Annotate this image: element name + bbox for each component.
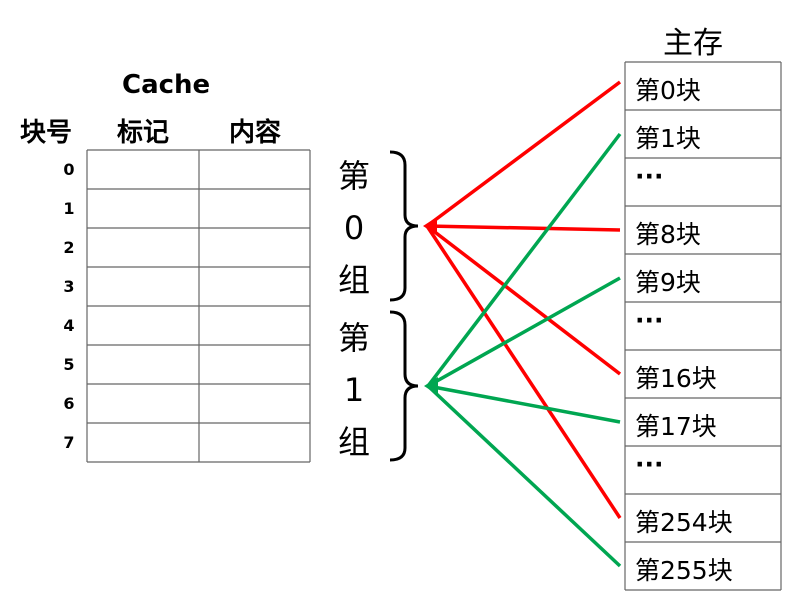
mapping-arrow	[426, 224, 621, 232]
memory-block: 第17块	[635, 412, 717, 441]
memory-block: ···	[635, 306, 664, 335]
group-0-brace	[389, 150, 419, 302]
memory-block: ···	[635, 450, 664, 479]
cache-table	[86, 149, 311, 463]
memory-block: 第9块	[635, 268, 701, 297]
memory-block: 第0块	[635, 76, 701, 105]
memory-block: ···	[635, 162, 664, 191]
memory-block: 第8块	[635, 220, 701, 249]
memory-block: 第254块	[635, 508, 733, 537]
memory-block: 第1块	[635, 124, 701, 153]
mapping-arrow	[425, 80, 622, 228]
memory-block: 第16块	[635, 364, 717, 393]
group-brackets	[389, 150, 419, 462]
mapping-arrow	[427, 384, 621, 424]
memory-block: 第255块	[635, 556, 733, 585]
group-1-brace	[389, 310, 419, 462]
mapping-arrow	[426, 132, 622, 388]
